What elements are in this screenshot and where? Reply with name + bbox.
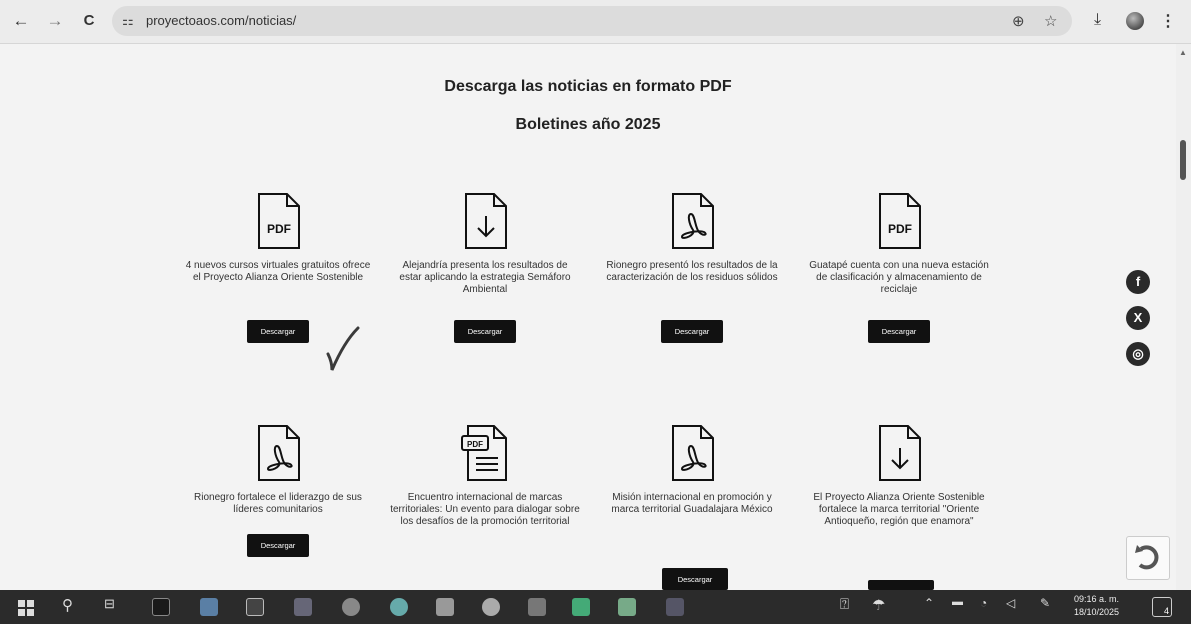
browser-toolbar: ← → C ⚏ proyectoaos.com/noticias/ ⊕ ☆ ⤓ …	[0, 0, 1191, 44]
battery-icon[interactable]: ▬	[952, 596, 963, 608]
news-title: Guatapé cuenta con una nueva estación de…	[809, 260, 989, 295]
address-bar[interactable]: ⚏ proyectoaos.com/noticias/ ⊕ ☆	[112, 6, 1072, 36]
page-content: Descarga las noticias en formato PDF Bol…	[0, 44, 1176, 590]
x-twitter-icon[interactable]: X	[1126, 306, 1150, 330]
search-icon[interactable]: ⚲	[62, 596, 73, 614]
news-card: PDF Guatapé cuenta con una nueva estació…	[799, 192, 999, 343]
news-title: 4 nuevos cursos virtuales gratuitos ofre…	[185, 260, 371, 283]
mail-icon[interactable]	[436, 598, 454, 616]
news-card: PDF 4 nuevos cursos virtuales gratuitos …	[178, 192, 378, 343]
back-arrow-icon[interactable]: ←	[10, 10, 32, 32]
weather-icon[interactable]: ☂	[872, 596, 885, 614]
app-icon[interactable]	[666, 598, 684, 616]
url-text[interactable]: proyectoaos.com/noticias/	[146, 13, 296, 28]
site-info-icon[interactable]: ⚏	[122, 13, 134, 29]
pdf-text-icon: PDF	[879, 193, 921, 249]
chevron-up-icon[interactable]: ⌃	[924, 596, 934, 610]
download-button-partial[interactable]	[868, 580, 934, 590]
page-scrollbar[interactable]	[1176, 44, 1191, 590]
illustrator-icon[interactable]	[246, 598, 264, 616]
download-button[interactable]: Descargar	[660, 320, 724, 343]
recaptcha-badge[interactable]	[1126, 536, 1170, 580]
news-card: Rionegro presentó los resultados de la c…	[592, 192, 792, 343]
help-icon[interactable]: ⍰	[840, 596, 849, 613]
wifi-icon[interactable]: ◔	[980, 596, 987, 610]
notification-center-icon[interactable]: 4	[1152, 597, 1172, 617]
download-file-icon	[879, 425, 921, 481]
edge-icon[interactable]	[390, 598, 408, 616]
scroll-up-icon[interactable]: ▲	[1179, 48, 1187, 57]
news-title: Alejandría presenta los resultados de es…	[399, 260, 571, 295]
pdf-label: PDF	[267, 222, 291, 236]
news-card: Alejandría presenta los resultados de es…	[385, 192, 585, 343]
menu-icon[interactable]: ⋮	[1160, 11, 1176, 31]
download-button[interactable]: Descargar	[662, 568, 728, 590]
news-card: PDF Encuentro internacional de marcas te…	[385, 424, 585, 528]
system-clock[interactable]: 09:16 a. m. 18/10/2025	[1074, 593, 1119, 619]
news-card: El Proyecto Alianza Oriente Sostenible f…	[799, 424, 999, 528]
acrobat-file-icon	[672, 193, 714, 249]
volume-icon[interactable]: ◁	[1006, 596, 1015, 610]
reload-icon[interactable]: C	[78, 10, 100, 32]
page-subtitle: Boletines año 2025	[515, 116, 661, 133]
chrome-icon[interactable]	[342, 598, 360, 616]
pdf-text-icon: PDF	[258, 193, 300, 249]
bookmark-star-icon[interactable]: ☆	[1044, 12, 1057, 30]
clock-date: 18/10/2025	[1074, 607, 1120, 617]
pdf-document-icon: PDF	[461, 425, 507, 481]
news-title: Encuentro internacional de marcas territ…	[390, 492, 580, 527]
download-button[interactable]: Descargar	[246, 320, 310, 343]
news-card: Misión internacional en promoción y marc…	[592, 424, 792, 528]
windows-start-icon[interactable]	[18, 600, 34, 616]
file-explorer-icon[interactable]	[200, 598, 218, 616]
news-title: Misión internacional en promoción y marc…	[611, 492, 773, 515]
pen-icon[interactable]: ✎	[1040, 596, 1050, 610]
news-title: Rionegro presentó los resultados de la c…	[606, 260, 778, 283]
acrobat-file-icon	[258, 425, 300, 481]
acrobat-file-icon	[672, 425, 714, 481]
news-card: Rionegro fortalece el liderazgo de sus l…	[178, 424, 378, 557]
handwritten-check-mark	[326, 326, 360, 371]
instagram-icon[interactable]: ◎	[1126, 342, 1150, 366]
app-icon[interactable]	[618, 598, 636, 616]
zoom-icon[interactable]: ⊕	[1012, 12, 1025, 30]
task-view-icon[interactable]: ⊟	[104, 596, 115, 612]
app-icon[interactable]	[528, 598, 546, 616]
pdf-label: PDF	[467, 440, 483, 449]
news-title: El Proyecto Alianza Oriente Sostenible f…	[813, 492, 985, 527]
profile-avatar[interactable]	[1126, 12, 1144, 30]
browser-app-icon[interactable]	[482, 598, 500, 616]
page-title: Descarga las noticias en formato PDF	[444, 78, 732, 95]
scrollbar-thumb[interactable]	[1180, 140, 1186, 180]
excel-icon[interactable]	[572, 598, 590, 616]
news-title: Rionegro fortalece el liderazgo de sus l…	[194, 492, 362, 515]
download-icon[interactable]: ⤓	[1094, 11, 1101, 29]
app-icon[interactable]	[294, 598, 312, 616]
pdf-label: PDF	[888, 222, 912, 236]
recaptcha-icon	[1135, 545, 1159, 570]
download-button[interactable]: Descargar	[867, 320, 931, 343]
facebook-icon[interactable]: f	[1126, 270, 1150, 294]
clock-time: 09:16 a. m.	[1074, 594, 1120, 604]
download-button[interactable]: Descargar	[246, 534, 310, 557]
download-button[interactable]: Descargar	[453, 320, 517, 343]
windows-taskbar: ⚲ ⊟ ⍰ ☂ ⌃ ▬ ◔ ◁ ✎ 09:16 a. m. 18/10/2025…	[0, 590, 1191, 624]
forward-arrow-icon[interactable]: →	[44, 10, 66, 32]
tiktok-icon[interactable]	[152, 598, 170, 616]
download-file-icon	[465, 193, 507, 249]
